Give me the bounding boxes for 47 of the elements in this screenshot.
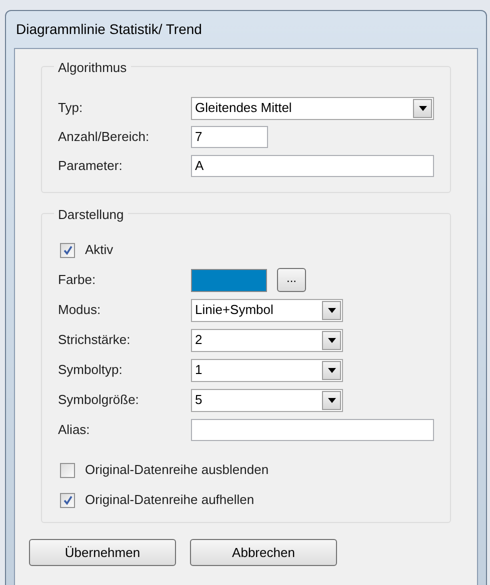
field-label: Strichstärke: [58, 331, 132, 350]
field-label: Symbolgröße: [58, 391, 140, 410]
color-picker-button[interactable]: ... [277, 268, 306, 292]
caret-icon [328, 308, 336, 312]
dropdown-value: 2 [195, 331, 202, 350]
field-label: Farbe: [58, 271, 97, 290]
color-swatch[interactable] [191, 268, 267, 292]
caret-icon [328, 368, 336, 372]
checkbox[interactable] [60, 462, 75, 478]
field-label: Typ: [58, 99, 84, 118]
input-field[interactable] [191, 419, 434, 441]
input-field[interactable]: A [191, 155, 434, 177]
dropdown-value: Gleitendes Mittel [195, 99, 292, 118]
dropdown-field[interactable]: 2 [191, 328, 343, 352]
dialog-button[interactable]: Abbrechen [190, 539, 337, 566]
dropdown-button[interactable] [322, 330, 341, 350]
dropdown-button[interactable] [413, 98, 432, 118]
caret-icon [328, 398, 336, 402]
dropdown-field[interactable]: Gleitendes Mittel [191, 96, 434, 120]
input-value: 7 [195, 128, 202, 146]
checkbox[interactable] [60, 242, 75, 258]
input-field[interactable]: 7 [191, 126, 268, 148]
dropdown-value: 5 [195, 391, 202, 410]
dropdown-field[interactable]: 5 [191, 388, 343, 412]
dropdown-button[interactable] [322, 390, 341, 410]
dropdown-field[interactable]: Linie+Symbol [191, 298, 343, 322]
window-title: Diagrammlinie Statistik/ Trend [16, 20, 202, 39]
dropdown-value: 1 [195, 361, 202, 380]
dropdown-button[interactable] [322, 360, 341, 380]
checkbox-label: Original-Datenreihe ausblenden [85, 461, 269, 480]
field-label: Parameter: [58, 157, 124, 176]
field-label: Anzahl/Bereich: [58, 128, 150, 146]
dropdown-field[interactable]: 1 [191, 358, 343, 382]
field-label: Alias: [58, 421, 91, 440]
dropdown-value: Linie+Symbol [195, 301, 274, 320]
checkmark-icon [62, 495, 72, 505]
field-label: Modus: [58, 301, 102, 320]
caret-icon [418, 106, 426, 110]
field-label: Symboltyp: [58, 361, 124, 380]
checkmark-icon [62, 245, 72, 255]
checkbox[interactable] [60, 492, 75, 508]
input-value: A [195, 157, 204, 176]
dropdown-button[interactable] [322, 300, 341, 320]
checkbox-label: Aktiv [85, 241, 114, 260]
checkbox-label: Original-Datenreihe aufhellen [85, 491, 254, 510]
dialog-button[interactable]: Übernehmen [29, 539, 176, 566]
caret-icon [328, 338, 336, 342]
